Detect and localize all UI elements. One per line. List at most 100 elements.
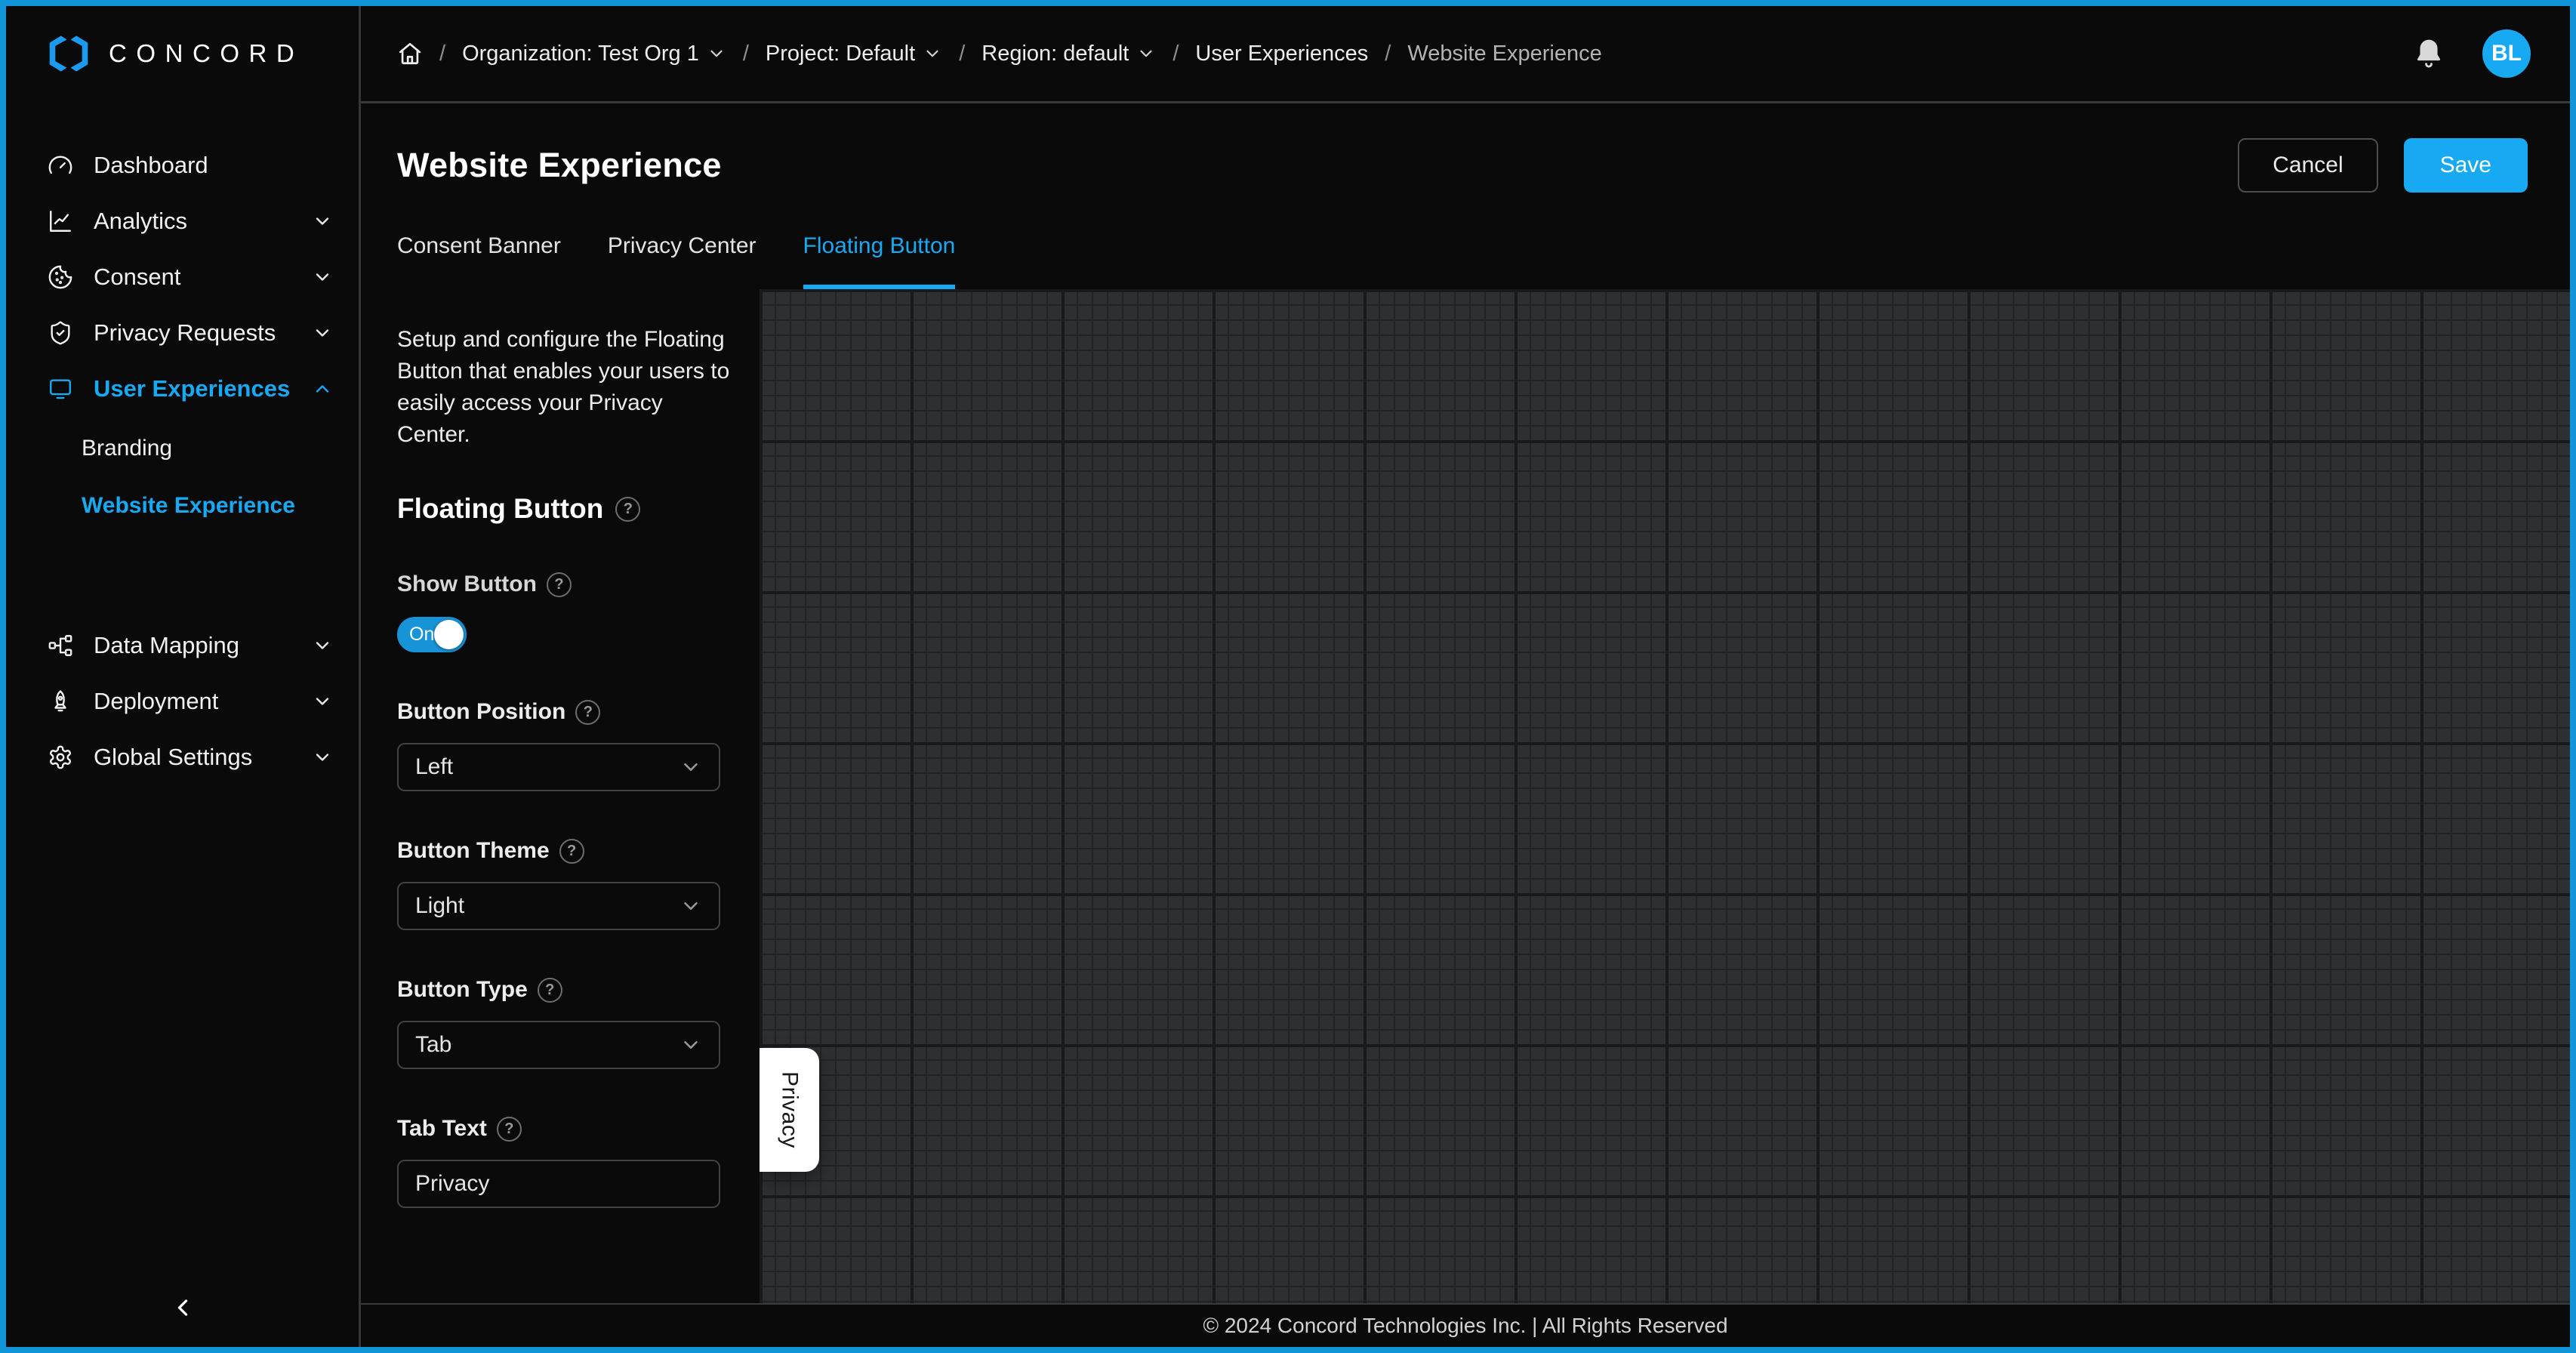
help-icon[interactable]: ?	[559, 839, 584, 864]
topbar: / Organization: Test Org 1 / Project: De…	[361, 6, 2570, 103]
tab-text-label: Tab Text ?	[397, 1116, 722, 1142]
show-button-field: Show Button ? On	[397, 572, 722, 652]
sidebar-item-label: Privacy Requests	[94, 319, 276, 347]
help-icon[interactable]: ?	[575, 700, 600, 725]
copyright-text: © 2024 Concord Technologies Inc. | All R…	[1203, 1314, 1727, 1338]
sidebar-item-privacy-requests[interactable]: Privacy Requests	[6, 305, 359, 361]
cookie-icon	[47, 264, 74, 291]
sidebar-nav: Dashboard Analytics Consent	[6, 137, 359, 785]
sidebar-item-label: Analytics	[94, 208, 187, 235]
notifications-bell-icon[interactable]	[2413, 36, 2445, 71]
logo-wordmark: CONCORD	[109, 39, 304, 68]
button-position-select[interactable]: Left	[397, 743, 720, 791]
toggle-state-label: On	[409, 624, 434, 646]
show-button-toggle[interactable]: On	[397, 617, 467, 652]
tab-consent-banner[interactable]: Consent Banner	[397, 233, 561, 289]
sidebar-item-dashboard[interactable]: Dashboard	[6, 137, 359, 193]
chevron-down-icon	[312, 267, 333, 288]
app-window: CONCORD Dashboard Analytics	[0, 0, 2576, 1353]
chevron-down-icon	[312, 211, 333, 232]
breadcrumb-separator: /	[959, 42, 965, 66]
sidebar-item-label: Data Mapping	[94, 632, 239, 659]
sidebar-item-user-experiences[interactable]: User Experiences	[6, 361, 359, 417]
sidebar-item-global-settings[interactable]: Global Settings	[6, 729, 359, 785]
main-area: / Organization: Test Org 1 / Project: De…	[361, 6, 2570, 1347]
section-title: Floating Button	[397, 493, 603, 525]
tab-text-input[interactable]	[397, 1160, 720, 1208]
concord-logo[interactable]: CONCORD	[6, 6, 359, 101]
chevron-down-icon	[312, 691, 333, 712]
chevron-down-icon	[707, 44, 726, 63]
sidebar: CONCORD Dashboard Analytics	[6, 6, 361, 1347]
sidebar-item-consent[interactable]: Consent	[6, 249, 359, 305]
show-button-label: Show Button ?	[397, 572, 722, 597]
tab-text-field: Tab Text ?	[397, 1116, 722, 1208]
button-theme-field: Button Theme ? Light	[397, 838, 722, 930]
selected-value: Tab	[415, 1032, 451, 1058]
rocket-icon	[47, 688, 74, 715]
cancel-button[interactable]: Cancel	[2238, 138, 2377, 193]
button-position-label: Button Position ?	[397, 699, 722, 725]
button-type-label: Button Type ?	[397, 977, 722, 1003]
button-type-field: Button Type ? Tab	[397, 977, 722, 1069]
user-avatar[interactable]: BL	[2482, 29, 2531, 78]
gear-icon	[47, 744, 74, 771]
chevron-down-icon	[1136, 44, 1156, 63]
sidebar-collapse-button[interactable]	[6, 1268, 359, 1347]
sitemap-icon	[47, 632, 74, 659]
concord-logo-mark	[45, 33, 92, 74]
sidebar-item-label: Deployment	[94, 688, 218, 715]
tab-privacy-center[interactable]: Privacy Center	[608, 233, 756, 289]
chevron-down-icon	[679, 1034, 702, 1056]
sidebar-item-data-mapping[interactable]: Data Mapping	[6, 618, 359, 673]
help-icon[interactable]: ?	[615, 497, 640, 522]
breadcrumb-separator: /	[1385, 42, 1391, 66]
breadcrumb-separator: /	[743, 42, 749, 66]
button-theme-select[interactable]: Light	[397, 882, 720, 930]
sidebar-item-label: Dashboard	[94, 152, 208, 179]
sidebar-item-label: User Experiences	[94, 375, 290, 402]
sidebar-item-label: Website Experience	[82, 493, 295, 519]
toggle-knob	[434, 620, 464, 649]
help-icon[interactable]: ?	[497, 1117, 522, 1142]
preview-floating-privacy-tab[interactable]: Privacy	[760, 1048, 819, 1172]
sidebar-item-branding[interactable]: Branding	[6, 420, 359, 477]
chevron-down-icon	[312, 747, 333, 768]
tab-bar: Consent Banner Privacy Center Floating B…	[361, 233, 2570, 289]
preview-canvas: Privacy	[760, 289, 2570, 1303]
chevron-down-icon	[679, 895, 702, 917]
breadcrumb-region-dropdown[interactable]: Region: default	[981, 42, 1156, 66]
breadcrumb-project-dropdown[interactable]: Project: Default	[766, 42, 942, 66]
sidebar-item-label: Branding	[82, 436, 172, 461]
save-button[interactable]: Save	[2404, 138, 2528, 193]
breadcrumb-current-page: Website Experience	[1407, 42, 1601, 66]
help-icon[interactable]: ?	[538, 978, 562, 1003]
home-icon[interactable]	[397, 41, 423, 66]
line-chart-icon	[47, 208, 74, 235]
gauge-icon	[47, 152, 74, 179]
sidebar-item-website-experience[interactable]: Website Experience	[6, 477, 359, 535]
monitor-icon	[47, 375, 74, 402]
breadcrumb-user-experiences-link[interactable]: User Experiences	[1195, 42, 1368, 66]
button-type-select[interactable]: Tab	[397, 1021, 720, 1069]
selected-value: Light	[415, 893, 464, 919]
button-theme-label: Button Theme ?	[397, 838, 722, 864]
breadcrumb: / Organization: Test Org 1 / Project: De…	[397, 41, 1602, 66]
breadcrumb-separator: /	[439, 42, 445, 66]
floating-button-settings-panel: Setup and configure the Floating Button …	[361, 289, 760, 1303]
sidebar-item-deployment[interactable]: Deployment	[6, 673, 359, 729]
chevron-down-icon	[679, 756, 702, 778]
breadcrumb-organization-dropdown[interactable]: Organization: Test Org 1	[462, 42, 726, 66]
preview-tab-label: Privacy	[777, 1071, 803, 1148]
page-title: Website Experience	[397, 146, 722, 185]
topbar-right: BL	[2413, 29, 2531, 78]
section-heading: Floating Button ?	[397, 493, 722, 525]
sidebar-item-analytics[interactable]: Analytics	[6, 193, 359, 249]
chevron-left-icon	[169, 1294, 196, 1321]
help-icon[interactable]: ?	[547, 572, 572, 597]
tab-floating-button[interactable]: Floating Button	[803, 233, 956, 289]
section-description: Setup and configure the Floating Button …	[397, 324, 732, 451]
chevron-down-icon	[923, 44, 942, 63]
breadcrumb-separator: /	[1172, 42, 1179, 66]
chevron-up-icon	[312, 378, 333, 399]
